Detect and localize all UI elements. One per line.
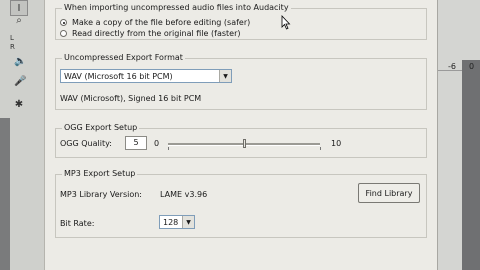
preferences-dialog: When importing uncompressed audio files …	[44, 0, 438, 270]
speaker-icon[interactable]: 🔈	[14, 56, 26, 67]
bitrate-label: Bit Rate:	[60, 219, 95, 228]
track-area-left	[0, 118, 10, 270]
ogg-group-title: OGG Export Setup	[62, 123, 140, 132]
bitrate-select-value: 128	[163, 217, 179, 227]
radio-read-label: Read directly from the original file (fa…	[72, 29, 241, 38]
meter-value-minus6: -6	[448, 62, 456, 71]
radio-copy-file[interactable]: Make a copy of the file before editing (…	[60, 18, 250, 27]
ogg-slider-thumb[interactable]	[242, 139, 246, 148]
multi-tool-icon[interactable]: ✱	[10, 96, 28, 112]
meter-value-0: 0	[469, 62, 475, 71]
mp3-export-group: MP3 Export Setup MP3 Library Version: LA…	[55, 169, 427, 238]
slider-tick	[320, 147, 321, 150]
mp3-group-title: MP3 Export Setup	[62, 169, 138, 178]
ruler-lr: L R	[10, 34, 15, 52]
uncompressed-export-group: Uncompressed Export Format WAV (Microsof…	[55, 53, 427, 110]
radio-copy-label: Make a copy of the file before editing (…	[72, 18, 251, 27]
slider-tick	[168, 147, 169, 150]
ruler-l-label: L	[10, 34, 14, 42]
chevron-down-icon[interactable]: ▼	[182, 216, 194, 228]
chevron-down-icon[interactable]: ▼	[219, 70, 231, 82]
ogg-export-group: OGG Export Setup OGG Quality: 5 0 10	[55, 123, 427, 158]
zoom-tool-icon[interactable]: ⌕	[10, 12, 28, 28]
mp3-library-label: MP3 Library Version:	[60, 190, 142, 199]
mp3-library-version: LAME v3.96	[160, 190, 208, 199]
radio-copy-indicator[interactable]	[60, 19, 67, 26]
import-group-title: When importing uncompressed audio files …	[62, 3, 291, 12]
ogg-max-label: 10	[331, 139, 342, 148]
track-area-right	[462, 60, 480, 270]
uncompressed-group-title: Uncompressed Export Format	[62, 53, 185, 62]
import-group: When importing uncompressed audio files …	[55, 3, 427, 40]
microphone-icon[interactable]: 🎤	[14, 76, 26, 87]
ogg-quality-label: OGG Quality:	[60, 139, 112, 148]
format-description: WAV (Microsoft), Signed 16 bit PCM	[60, 94, 202, 103]
ruler-r-label: R	[10, 43, 15, 51]
radio-read-direct[interactable]: Read directly from the original file (fa…	[60, 29, 241, 38]
format-select-value: WAV (Microsoft 16 bit PCM)	[64, 71, 173, 81]
mouse-pointer-icon	[281, 15, 291, 30]
format-select[interactable]: WAV (Microsoft 16 bit PCM) ▼	[60, 69, 232, 83]
bitrate-select[interactable]: 128 ▼	[159, 215, 195, 229]
ogg-quality-input[interactable]: 5	[125, 136, 147, 150]
radio-read-indicator[interactable]	[60, 30, 67, 37]
ogg-min-label: 0	[154, 139, 160, 148]
find-library-button[interactable]: Find Library	[358, 183, 420, 203]
